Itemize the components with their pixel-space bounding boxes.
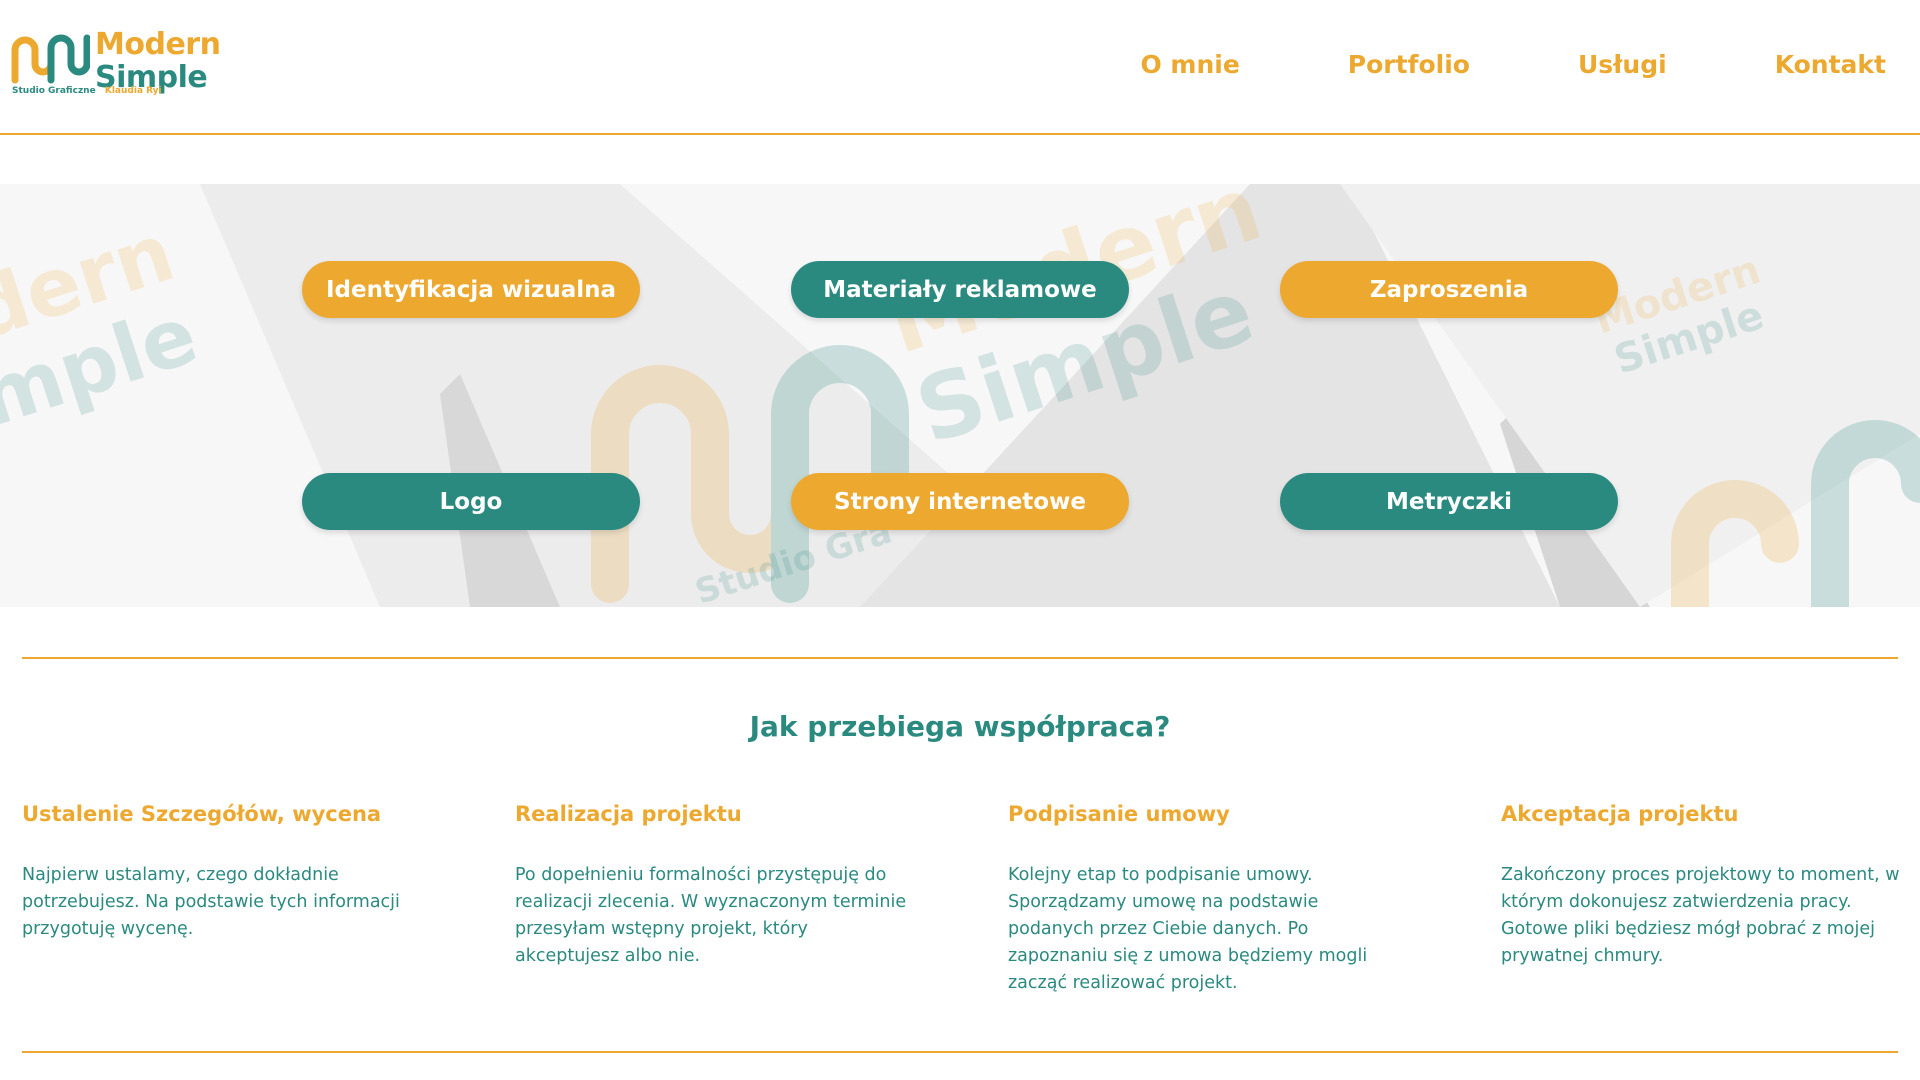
services-hero: Modern Simple dern mple Modern Simple St…	[0, 184, 1920, 607]
service-button-identyfikacja[interactable]: Identyfikacja wizualna	[302, 261, 640, 318]
service-button-metryczki[interactable]: Metryczki	[1280, 473, 1618, 530]
nav-item-uslugi[interactable]: Usługi	[1578, 50, 1667, 79]
section-divider-top	[22, 657, 1898, 659]
process-step-title: Realizacja projektu	[515, 802, 742, 826]
section-divider-bottom	[22, 1051, 1898, 1053]
nav-item-kontakt[interactable]: Kontakt	[1775, 50, 1886, 79]
process-step-title: Ustalenie Szczegółów, wycena	[22, 802, 382, 826]
process-step-title: Akceptacja projektu	[1501, 802, 1739, 826]
service-button-zaproszenia[interactable]: Zaproszenia	[1280, 261, 1618, 318]
main-nav: O mnie Portfolio Usługi Kontakt	[1140, 50, 1886, 79]
service-button-strony[interactable]: Strony internetowe	[791, 473, 1129, 530]
logo-mark-icon	[11, 34, 90, 84]
logo[interactable]: Modern Simple Studio Graficzne Klaudia R…	[10, 26, 225, 104]
process-title: Jak przebiega współpraca?	[749, 710, 1171, 743]
process-step: Ustalenie Szczegółów, wycena Najpierw us…	[22, 802, 422, 943]
process-step: Akceptacja projektu Zakończony proces pr…	[1501, 802, 1901, 970]
service-button-logo[interactable]: Logo	[302, 473, 640, 530]
nav-item-portfolio[interactable]: Portfolio	[1348, 50, 1470, 79]
process-step-title: Podpisanie umowy	[1008, 802, 1230, 826]
process-step-text: Kolejny etap to podpisanie umowy. Sporzą…	[1008, 865, 1368, 993]
logo-text: Modern Simple	[95, 27, 221, 94]
hero-background-image: Modern Simple dern mple Modern Simple St…	[0, 184, 1920, 607]
logo-line-modern: Modern	[95, 27, 221, 62]
process-step-text: Najpierw ustalamy, czego dokładnie potrz…	[22, 865, 400, 939]
logo-subtitle: Studio Graficzne Klaudia Ryi	[12, 86, 162, 96]
process-step-text: Po dopełnieniu formalności przystępuję d…	[515, 865, 907, 966]
logo-sub-studio: Studio Graficzne	[12, 86, 96, 96]
process-step-text: Zakończony proces projektowy to moment, …	[1501, 865, 1900, 966]
logo-sub-author: Klaudia Ryi	[104, 86, 162, 96]
nav-item-o-mnie[interactable]: O mnie	[1140, 50, 1239, 79]
process-step: Realizacja projektu Po dopełnieniu forma…	[515, 802, 915, 970]
service-button-materialy[interactable]: Materiały reklamowe	[791, 261, 1129, 318]
site-header: Modern Simple Studio Graficzne Klaudia R…	[0, 0, 1920, 135]
process-step: Podpisanie umowy Kolejny etap to podpisa…	[1008, 802, 1408, 997]
